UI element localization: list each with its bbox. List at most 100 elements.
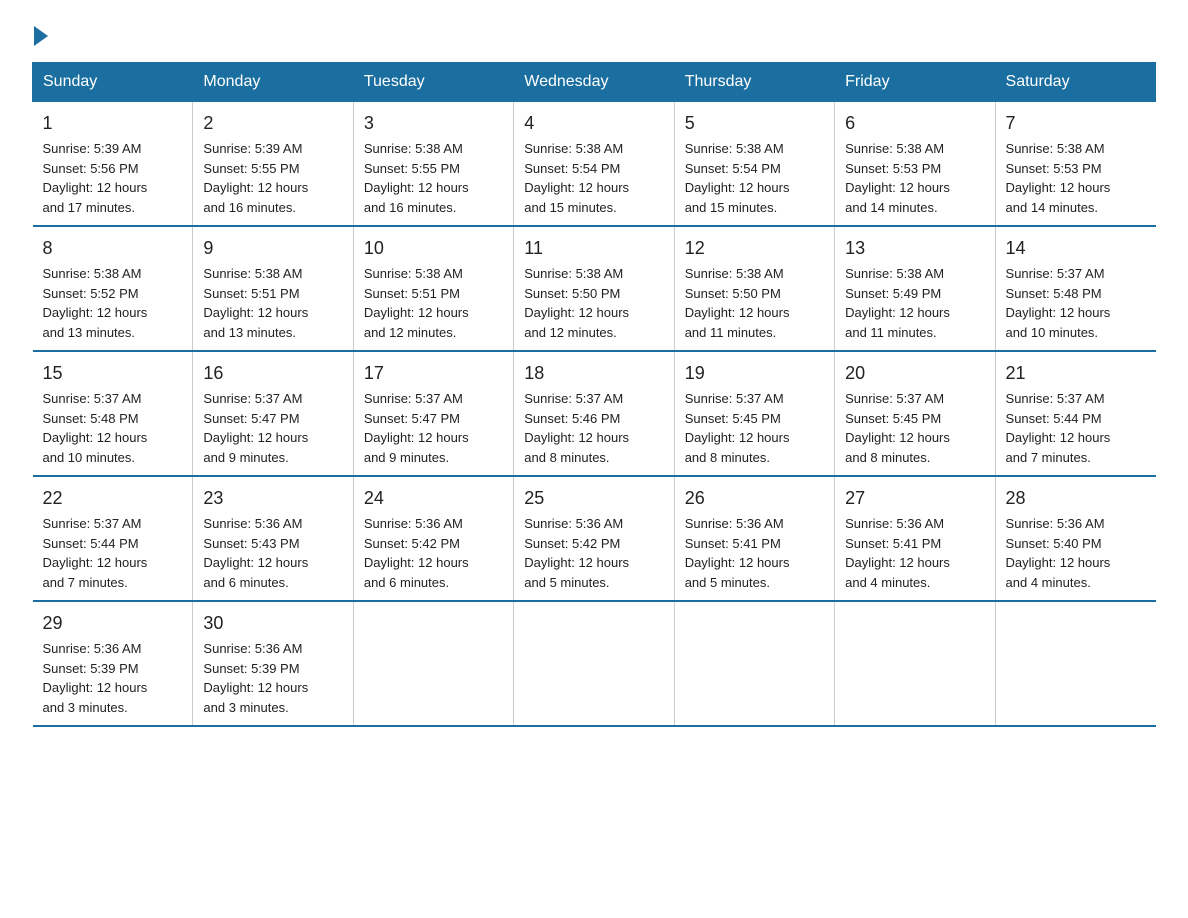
day-info: Sunrise: 5:36 AMSunset: 5:41 PMDaylight:… (685, 514, 824, 592)
calendar-week-row: 22Sunrise: 5:37 AMSunset: 5:44 PMDayligh… (33, 476, 1156, 601)
calendar-cell: 3Sunrise: 5:38 AMSunset: 5:55 PMDaylight… (353, 102, 513, 227)
calendar-cell (514, 601, 674, 726)
day-info: Sunrise: 5:37 AMSunset: 5:45 PMDaylight:… (845, 389, 984, 467)
calendar-table: SundayMondayTuesdayWednesdayThursdayFrid… (32, 62, 1156, 727)
header-day-sunday: Sunday (33, 63, 193, 102)
day-number: 28 (1006, 485, 1146, 512)
day-number: 12 (685, 235, 824, 262)
day-number: 18 (524, 360, 663, 387)
header-day-thursday: Thursday (674, 63, 834, 102)
header-day-saturday: Saturday (995, 63, 1155, 102)
day-info: Sunrise: 5:38 AMSunset: 5:52 PMDaylight:… (43, 264, 183, 342)
day-number: 1 (43, 110, 183, 137)
day-number: 5 (685, 110, 824, 137)
day-number: 10 (364, 235, 503, 262)
day-info: Sunrise: 5:37 AMSunset: 5:47 PMDaylight:… (203, 389, 342, 467)
calendar-cell: 30Sunrise: 5:36 AMSunset: 5:39 PMDayligh… (193, 601, 353, 726)
day-info: Sunrise: 5:36 AMSunset: 5:40 PMDaylight:… (1006, 514, 1146, 592)
calendar-cell: 18Sunrise: 5:37 AMSunset: 5:46 PMDayligh… (514, 351, 674, 476)
calendar-cell: 14Sunrise: 5:37 AMSunset: 5:48 PMDayligh… (995, 226, 1155, 351)
day-number: 23 (203, 485, 342, 512)
calendar-cell: 8Sunrise: 5:38 AMSunset: 5:52 PMDaylight… (33, 226, 193, 351)
page-header (32, 24, 1156, 44)
day-number: 19 (685, 360, 824, 387)
day-info: Sunrise: 5:37 AMSunset: 5:44 PMDaylight:… (43, 514, 183, 592)
header-day-tuesday: Tuesday (353, 63, 513, 102)
calendar-cell: 7Sunrise: 5:38 AMSunset: 5:53 PMDaylight… (995, 102, 1155, 227)
day-number: 22 (43, 485, 183, 512)
day-info: Sunrise: 5:38 AMSunset: 5:49 PMDaylight:… (845, 264, 984, 342)
day-number: 13 (845, 235, 984, 262)
day-number: 27 (845, 485, 984, 512)
day-number: 8 (43, 235, 183, 262)
day-info: Sunrise: 5:38 AMSunset: 5:53 PMDaylight:… (1006, 139, 1146, 217)
calendar-cell: 24Sunrise: 5:36 AMSunset: 5:42 PMDayligh… (353, 476, 513, 601)
calendar-cell: 25Sunrise: 5:36 AMSunset: 5:42 PMDayligh… (514, 476, 674, 601)
calendar-cell: 1Sunrise: 5:39 AMSunset: 5:56 PMDaylight… (33, 102, 193, 227)
day-info: Sunrise: 5:38 AMSunset: 5:50 PMDaylight:… (685, 264, 824, 342)
day-info: Sunrise: 5:36 AMSunset: 5:41 PMDaylight:… (845, 514, 984, 592)
day-number: 4 (524, 110, 663, 137)
day-info: Sunrise: 5:37 AMSunset: 5:44 PMDaylight:… (1006, 389, 1146, 467)
calendar-cell (995, 601, 1155, 726)
day-info: Sunrise: 5:38 AMSunset: 5:53 PMDaylight:… (845, 139, 984, 217)
day-number: 26 (685, 485, 824, 512)
calendar-cell: 11Sunrise: 5:38 AMSunset: 5:50 PMDayligh… (514, 226, 674, 351)
calendar-week-row: 15Sunrise: 5:37 AMSunset: 5:48 PMDayligh… (33, 351, 1156, 476)
calendar-cell: 21Sunrise: 5:37 AMSunset: 5:44 PMDayligh… (995, 351, 1155, 476)
day-number: 20 (845, 360, 984, 387)
calendar-header: SundayMondayTuesdayWednesdayThursdayFrid… (33, 63, 1156, 102)
day-info: Sunrise: 5:37 AMSunset: 5:46 PMDaylight:… (524, 389, 663, 467)
day-info: Sunrise: 5:38 AMSunset: 5:54 PMDaylight:… (524, 139, 663, 217)
calendar-cell: 23Sunrise: 5:36 AMSunset: 5:43 PMDayligh… (193, 476, 353, 601)
day-number: 25 (524, 485, 663, 512)
day-number: 29 (43, 610, 183, 637)
calendar-cell: 4Sunrise: 5:38 AMSunset: 5:54 PMDaylight… (514, 102, 674, 227)
calendar-cell: 28Sunrise: 5:36 AMSunset: 5:40 PMDayligh… (995, 476, 1155, 601)
day-info: Sunrise: 5:37 AMSunset: 5:48 PMDaylight:… (1006, 264, 1146, 342)
day-info: Sunrise: 5:38 AMSunset: 5:54 PMDaylight:… (685, 139, 824, 217)
day-number: 15 (43, 360, 183, 387)
calendar-cell: 5Sunrise: 5:38 AMSunset: 5:54 PMDaylight… (674, 102, 834, 227)
header-row: SundayMondayTuesdayWednesdayThursdayFrid… (33, 63, 1156, 102)
calendar-cell: 9Sunrise: 5:38 AMSunset: 5:51 PMDaylight… (193, 226, 353, 351)
day-info: Sunrise: 5:36 AMSunset: 5:39 PMDaylight:… (43, 639, 183, 717)
day-number: 6 (845, 110, 984, 137)
day-info: Sunrise: 5:36 AMSunset: 5:42 PMDaylight:… (524, 514, 663, 592)
calendar-cell (674, 601, 834, 726)
day-info: Sunrise: 5:37 AMSunset: 5:47 PMDaylight:… (364, 389, 503, 467)
calendar-cell: 10Sunrise: 5:38 AMSunset: 5:51 PMDayligh… (353, 226, 513, 351)
day-number: 14 (1006, 235, 1146, 262)
day-number: 24 (364, 485, 503, 512)
day-number: 3 (364, 110, 503, 137)
day-info: Sunrise: 5:36 AMSunset: 5:43 PMDaylight:… (203, 514, 342, 592)
day-info: Sunrise: 5:38 AMSunset: 5:51 PMDaylight:… (203, 264, 342, 342)
day-number: 9 (203, 235, 342, 262)
calendar-cell: 27Sunrise: 5:36 AMSunset: 5:41 PMDayligh… (835, 476, 995, 601)
logo-arrow-icon (34, 26, 48, 46)
day-info: Sunrise: 5:37 AMSunset: 5:48 PMDaylight:… (43, 389, 183, 467)
day-info: Sunrise: 5:38 AMSunset: 5:50 PMDaylight:… (524, 264, 663, 342)
calendar-week-row: 8Sunrise: 5:38 AMSunset: 5:52 PMDaylight… (33, 226, 1156, 351)
day-info: Sunrise: 5:36 AMSunset: 5:39 PMDaylight:… (203, 639, 342, 717)
day-info: Sunrise: 5:39 AMSunset: 5:55 PMDaylight:… (203, 139, 342, 217)
day-info: Sunrise: 5:36 AMSunset: 5:42 PMDaylight:… (364, 514, 503, 592)
day-info: Sunrise: 5:37 AMSunset: 5:45 PMDaylight:… (685, 389, 824, 467)
calendar-cell: 13Sunrise: 5:38 AMSunset: 5:49 PMDayligh… (835, 226, 995, 351)
calendar-cell: 16Sunrise: 5:37 AMSunset: 5:47 PMDayligh… (193, 351, 353, 476)
calendar-cell: 29Sunrise: 5:36 AMSunset: 5:39 PMDayligh… (33, 601, 193, 726)
calendar-cell: 12Sunrise: 5:38 AMSunset: 5:50 PMDayligh… (674, 226, 834, 351)
calendar-cell: 6Sunrise: 5:38 AMSunset: 5:53 PMDaylight… (835, 102, 995, 227)
calendar-cell: 2Sunrise: 5:39 AMSunset: 5:55 PMDaylight… (193, 102, 353, 227)
day-number: 7 (1006, 110, 1146, 137)
calendar-cell: 15Sunrise: 5:37 AMSunset: 5:48 PMDayligh… (33, 351, 193, 476)
header-day-wednesday: Wednesday (514, 63, 674, 102)
calendar-cell: 19Sunrise: 5:37 AMSunset: 5:45 PMDayligh… (674, 351, 834, 476)
day-info: Sunrise: 5:38 AMSunset: 5:55 PMDaylight:… (364, 139, 503, 217)
calendar-cell (353, 601, 513, 726)
calendar-cell: 22Sunrise: 5:37 AMSunset: 5:44 PMDayligh… (33, 476, 193, 601)
day-number: 11 (524, 235, 663, 262)
calendar-cell: 20Sunrise: 5:37 AMSunset: 5:45 PMDayligh… (835, 351, 995, 476)
calendar-week-row: 1Sunrise: 5:39 AMSunset: 5:56 PMDaylight… (33, 102, 1156, 227)
header-day-friday: Friday (835, 63, 995, 102)
